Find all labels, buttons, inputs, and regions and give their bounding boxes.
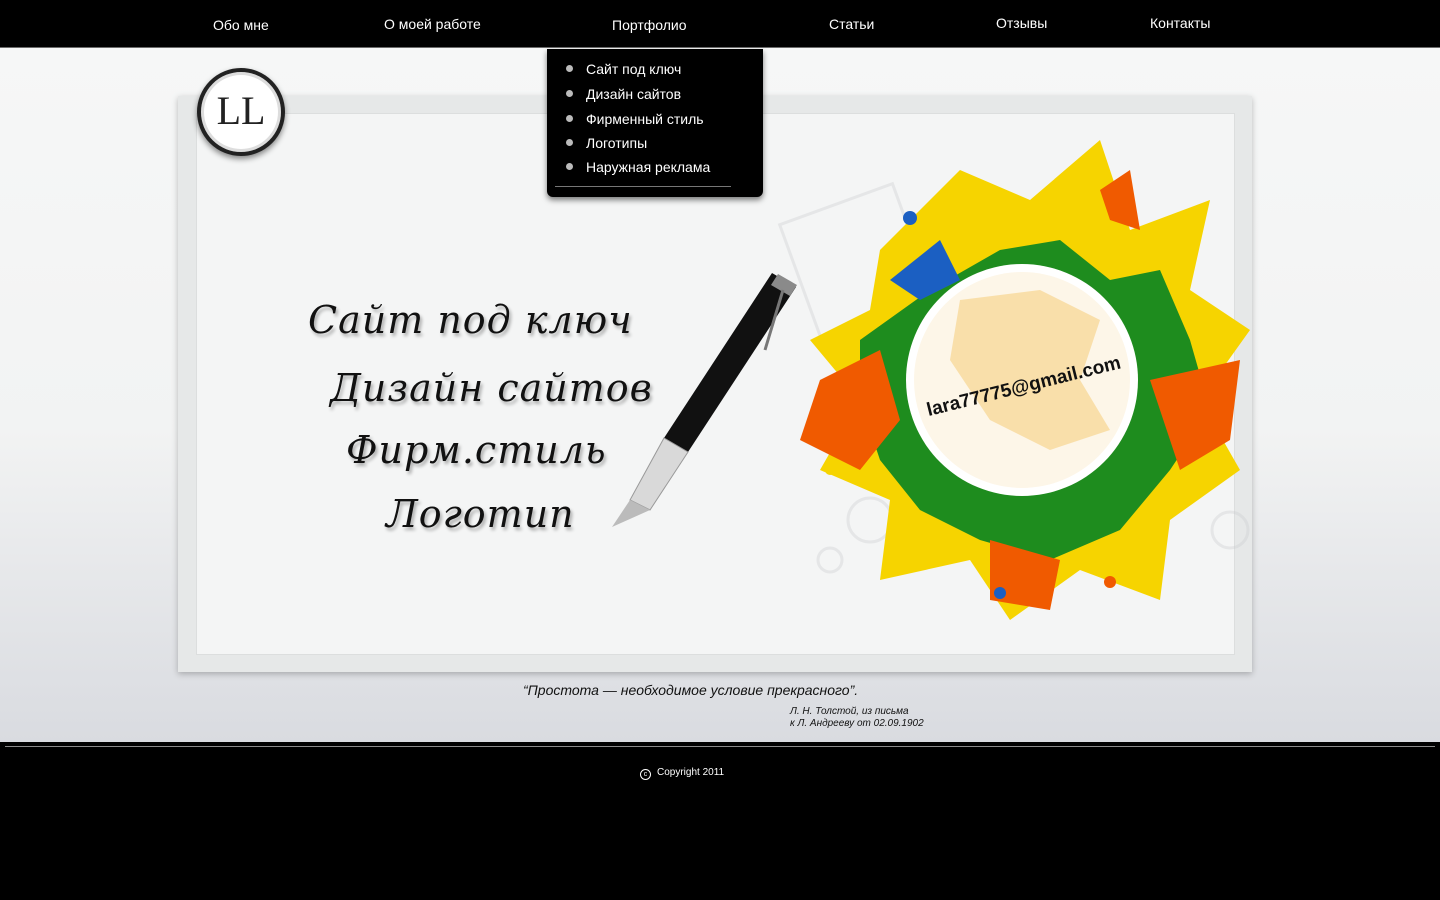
nav-item-work[interactable]: О моей работе	[384, 16, 481, 32]
top-nav: Обо мне О моей работе Портфолио Статьи О…	[0, 0, 1440, 48]
dropdown-item-label: Наружная реклама	[586, 159, 711, 175]
nav-item-about[interactable]: Обо мне	[213, 17, 269, 33]
hero-line-logo: Логотип	[386, 492, 575, 536]
dropdown-item-turnkey[interactable]: Сайт под ключ	[566, 61, 681, 77]
copyright: c Copyright 2011	[640, 767, 724, 780]
quote-text: “Простота — необходимое условие прекрасн…	[523, 682, 859, 698]
portfolio-dropdown: Сайт под ключ Дизайн сайтов Фирменный ст…	[547, 49, 763, 197]
logo[interactable]: LL	[197, 68, 285, 156]
nav-item-articles[interactable]: Статьи	[829, 16, 874, 32]
dropdown-item-corporate-style[interactable]: Фирменный стиль	[566, 111, 704, 127]
dropdown-item-label: Фирменный стиль	[586, 111, 704, 127]
nav-item-portfolio[interactable]: Портфолио	[612, 17, 687, 33]
dropdown-item-label: Дизайн сайтов	[586, 86, 682, 102]
dropdown-item-label: Сайт под ключ	[586, 61, 682, 77]
bullet-icon	[566, 65, 573, 72]
quote-author-line1: Л. Н. Толстой, из письма	[790, 706, 909, 717]
nav-item-reviews[interactable]: Отзывы	[996, 15, 1047, 31]
hero-line-turnkey: Сайт под ключ	[308, 298, 633, 342]
hero-line-corporate-style: Фирм.стиль	[346, 428, 607, 472]
dropdown-item-web-design[interactable]: Дизайн сайтов	[566, 86, 681, 102]
bullet-icon	[566, 90, 573, 97]
copyright-text: Copyright 2011	[657, 767, 725, 778]
dropdown-item-label: Логотипы	[586, 135, 648, 151]
bullet-icon	[566, 139, 573, 146]
copyright-icon: c	[640, 769, 651, 780]
bullet-icon	[566, 163, 573, 170]
quote-author-line2: к Л. Андрееву от 02.09.1902	[790, 718, 924, 729]
dropdown-divider	[555, 186, 731, 187]
dropdown-item-outdoor-ads[interactable]: Наружная реклама	[566, 159, 710, 175]
nav-item-contacts[interactable]: Контакты	[1150, 15, 1210, 31]
bullet-icon	[566, 115, 573, 122]
dropdown-item-logos[interactable]: Логотипы	[566, 135, 647, 151]
footer-divider	[5, 746, 1435, 747]
paint-splash-illustration	[612, 140, 1250, 620]
